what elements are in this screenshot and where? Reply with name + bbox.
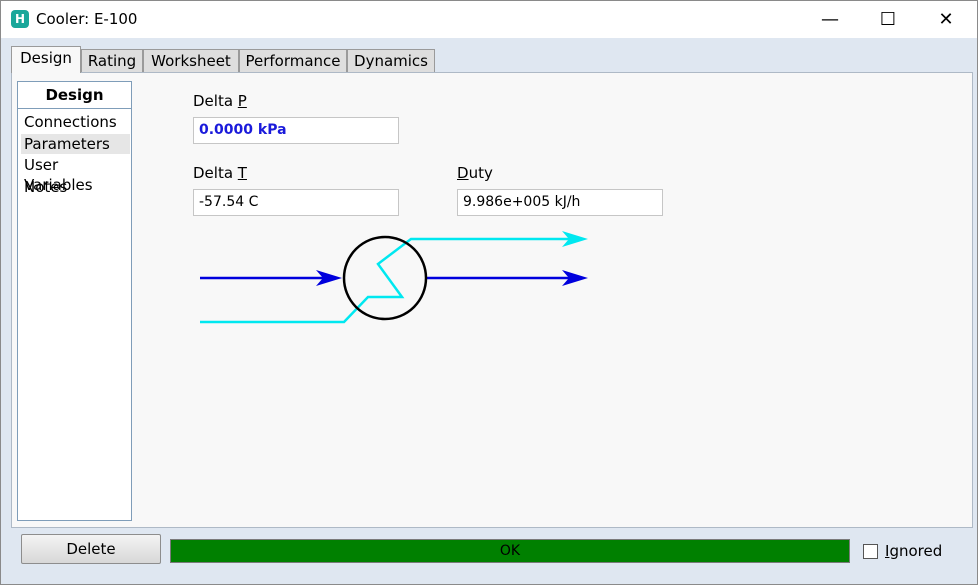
cooler-window: H Cooler: E-100 — ☐ ✕ Design Rating Work… [0, 0, 978, 585]
title-bar[interactable]: H Cooler: E-100 — ☐ ✕ [1, 1, 977, 38]
cooler-diagram [200, 231, 588, 324]
maximize-button[interactable]: ☐ [859, 1, 917, 38]
delete-button[interactable]: Delete [21, 534, 161, 564]
sidebar-item-connections[interactable]: Connections [21, 112, 130, 132]
delta-p-label: Delta P [193, 92, 247, 110]
tab-dynamics[interactable]: Dynamics [347, 49, 435, 72]
design-sidebar: Design Connections Parameters User Varia… [17, 81, 132, 521]
ignored-label-text: gnored [889, 542, 943, 560]
delta-p-label-text: Delta [193, 92, 238, 110]
footer-bar: Delete OK Ignored [1, 528, 977, 584]
sidebar-item-user-variables[interactable]: User Variables [21, 155, 130, 194]
status-bar: OK [170, 539, 850, 563]
duty-field[interactable]: 9.986e+005 kJ/h [457, 189, 663, 216]
outlet-stream [426, 270, 588, 286]
delta-t-label-text: Delta [193, 164, 238, 182]
sidebar-item-notes[interactable]: Notes [21, 177, 130, 197]
tab-rating[interactable]: Rating [81, 49, 143, 72]
app-logo-icon: H [11, 10, 29, 28]
energy-stream [200, 231, 588, 324]
delta-p-label-key: P [237, 92, 247, 110]
duty-label: Duty [457, 164, 493, 182]
minimize-button[interactable]: — [801, 1, 859, 38]
delta-t-label-key: T [237, 164, 247, 182]
design-page: Design Connections Parameters User Varia… [11, 72, 973, 528]
duty-label-key: D [457, 164, 469, 182]
window-title: Cooler: E-100 [36, 10, 138, 28]
delta-t-field[interactable]: -57.54 C [193, 189, 399, 216]
tab-performance[interactable]: Performance [239, 49, 347, 72]
delta-t-label: Delta T [193, 164, 247, 182]
duty-label-text: uty [468, 164, 493, 182]
close-button[interactable]: ✕ [917, 1, 975, 38]
tab-worksheet[interactable]: Worksheet [143, 49, 239, 72]
tab-design[interactable]: Design [11, 46, 81, 73]
ignored-checkbox[interactable] [863, 544, 878, 559]
ignored-label[interactable]: Ignored [885, 542, 942, 560]
delta-p-field[interactable]: 0.0000 kPa [193, 117, 399, 144]
inlet-stream [200, 270, 342, 286]
sidebar-item-parameters[interactable]: Parameters [21, 134, 130, 154]
sidebar-header: Design [18, 82, 131, 109]
cooler-icon[interactable] [342, 235, 428, 321]
